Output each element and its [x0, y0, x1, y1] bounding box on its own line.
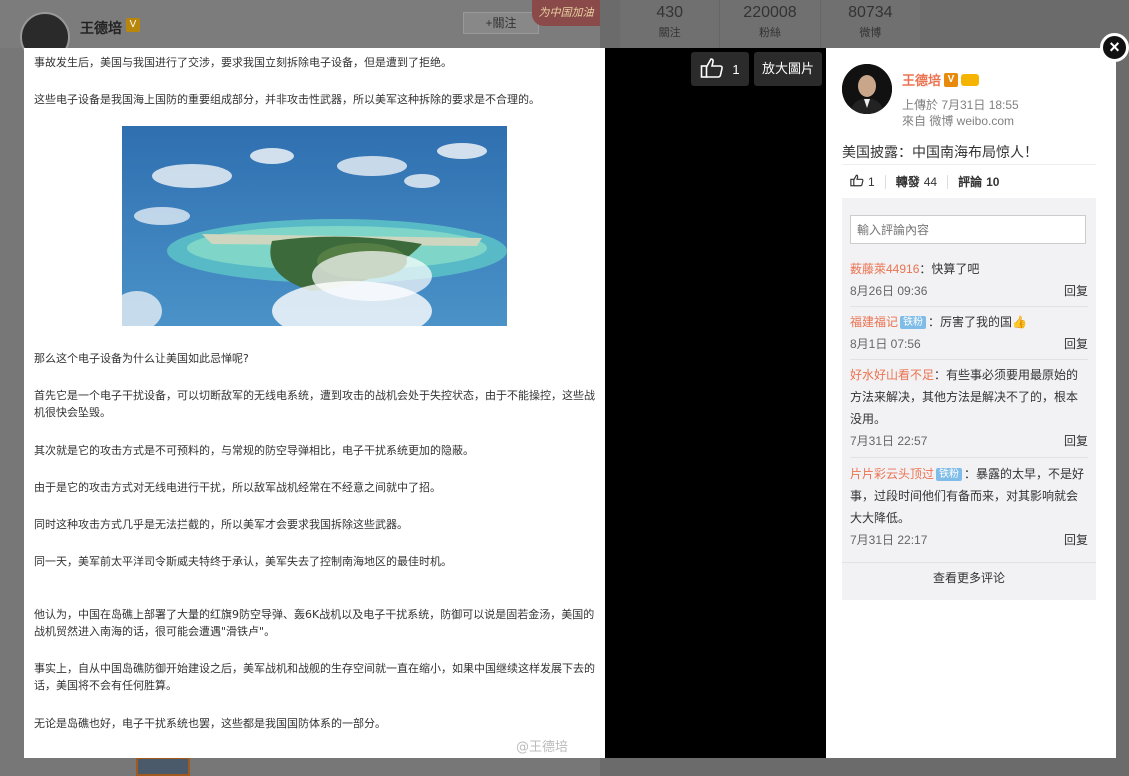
thumbs-up-icon	[850, 174, 864, 190]
article-paragraph: 首先它是一个电子干扰设备，可以切断敌军的无线电系统，遭到攻击的战机会处于失控状态…	[34, 389, 595, 419]
article-paragraph: 这些电子设备是我国海上国防的重要组成部分，并非攻击性武器，所以美军这种拆除的要求…	[34, 93, 540, 106]
verified-icon: V	[126, 18, 140, 32]
zoom-image-button[interactable]: 放大圖片	[754, 52, 822, 86]
article-paragraph: 事故发生后，美国与我国进行了交涉，要求我国立刻拆除电子设备，但是遭到了拒绝。	[34, 56, 452, 69]
repost-action[interactable]: 轉發 44	[886, 174, 949, 189]
comment-text: ：快算了吧	[919, 262, 980, 276]
article-image: 事故发生后，美国与我国进行了交涉，要求我国立刻拆除电子设备，但是遭到了拒绝。 这…	[24, 48, 605, 758]
comment-item: 福建福记 铁粉 ：厉害了我的国👍 8月1日 07:56 回复	[850, 311, 1088, 355]
thumbs-up-icon	[700, 57, 724, 82]
comments-panel: 薮藤萊44916：快算了吧 8月26日 09:36回复 福建福记铁粉：厉害了我的…	[842, 198, 1096, 600]
post-sidebar: 王德培 V 上傳於 7月31日 18:55 來自 微博 weibo.com 美国…	[826, 48, 1116, 758]
article-paragraph: 无论是岛礁也好，电子干扰系统也罢，这些都是我国国防体系的一部分。	[34, 717, 386, 730]
comment-item: 片片彩云头顶过 铁粉 ：暴露的太早，不是好事，过段时间他们有备而来，对其影响就会大大…	[850, 463, 1088, 551]
stat-followers[interactable]: 220008 粉絲	[720, 0, 821, 48]
post-actions: 1 轉發 44 評論 10	[842, 164, 1096, 198]
like-action[interactable]: 1	[842, 174, 886, 190]
comment-time: 7月31日 22:57	[850, 434, 928, 448]
comment-divider	[850, 359, 1088, 360]
follow-button[interactable]: +關注	[463, 12, 539, 34]
more-comments-link[interactable]: 查看更多评论	[842, 562, 1096, 600]
background-thumbnail[interactable]	[136, 757, 190, 776]
comment-user[interactable]: 片片彩云头顶过	[850, 467, 934, 481]
comment-action[interactable]: 評論 10	[948, 175, 1009, 190]
comment-divider	[850, 457, 1088, 458]
stat-posts[interactable]: 80734 微博	[821, 0, 920, 48]
image-viewer: 事故发生后，美国与我国进行了交涉，要求我国立刻拆除电子设备，但是遭到了拒绝。 这…	[24, 48, 1116, 758]
image-like-button[interactable]: 1	[691, 52, 749, 86]
upload-time: 上傳於 7月31日 18:55	[902, 98, 1019, 112]
weibo-watermark: @王德培	[516, 740, 569, 755]
article-paragraph: 由于是它的攻击方式对无线电进行干扰，所以敌军战机经常在不经意之间就中了招。	[34, 481, 441, 494]
post-source: 來自 微博 weibo.com	[902, 114, 1015, 128]
reply-link[interactable]: 回复	[1064, 529, 1088, 551]
comment-time: 8月26日 09:36	[850, 284, 928, 298]
post-text: 美国披露：中国南海布局惊人！	[842, 144, 1038, 160]
article-paragraph: 同一天，美军前太平洋司令斯威夫特终于承认，美军失去了控制南海地区的最佳时机。	[34, 555, 452, 568]
article-paragraph: 同时这种攻击方式几乎是无法拦截的，所以美军才会要求我国拆除这些武器。	[34, 518, 408, 531]
promo-banner: 为中国加油	[532, 0, 600, 26]
reply-link[interactable]: 回复	[1064, 280, 1088, 302]
stat-following[interactable]: 430 關注	[620, 0, 721, 48]
fan-badge: 铁粉	[936, 468, 963, 482]
author-name[interactable]: 王德培 V	[902, 70, 980, 89]
verified-icon: V	[944, 72, 959, 87]
reply-link[interactable]: 回复	[1064, 430, 1088, 452]
comment-item: 薮藤萊44916：快算了吧 8月26日 09:36 回复	[850, 258, 1088, 302]
background-stats: 430 關注 220008 粉絲 80734 微博	[620, 0, 920, 48]
island-photo	[122, 126, 507, 326]
comment-time: 8月1日 07:56	[850, 337, 921, 351]
article-paragraph: 那么这个电子设备为什么让美国如此忌惮呢?	[34, 352, 249, 365]
member-level-icon	[961, 73, 980, 86]
fan-badge: 铁粉	[900, 316, 927, 330]
comment-input[interactable]	[850, 215, 1086, 244]
comment-user[interactable]: 福建福记	[850, 315, 898, 329]
comment-user[interactable]: 好水好山看不足	[850, 368, 934, 382]
author-avatar[interactable]	[842, 64, 892, 114]
comment-item: 好水好山看不足：有些事必须要用最原始的方法来解决，其他方法是解决不了的，根本没用…	[850, 364, 1088, 452]
comment-text: ：厉害了我的国👍	[928, 315, 1027, 329]
article-paragraph: 事实上，自从中国岛礁防御开始建设之后，美军战机和战舰的生存空间就一直在缩小，如果…	[34, 662, 595, 692]
comment-user[interactable]: 薮藤萊44916	[850, 262, 919, 276]
close-icon[interactable]: ×	[1100, 33, 1129, 62]
image-like-count: 1	[732, 61, 740, 77]
background-author: 王德培	[80, 20, 122, 36]
comment-time: 7月31日 22:17	[850, 533, 928, 547]
article-paragraph: 他认为，中国在岛礁上部署了大量的红旗9防空导弹、轰6K战机以及电子干扰系统，防御…	[34, 608, 595, 638]
reply-link[interactable]: 回复	[1064, 333, 1088, 355]
article-paragraph: 其次就是它的攻击方式是不可预料的，与常规的防空导弹相比，电子干扰系统更加的隐蔽。	[34, 444, 474, 457]
background-header: 王德培 V +關注 为中国加油	[0, 0, 600, 62]
comment-divider	[850, 306, 1088, 307]
